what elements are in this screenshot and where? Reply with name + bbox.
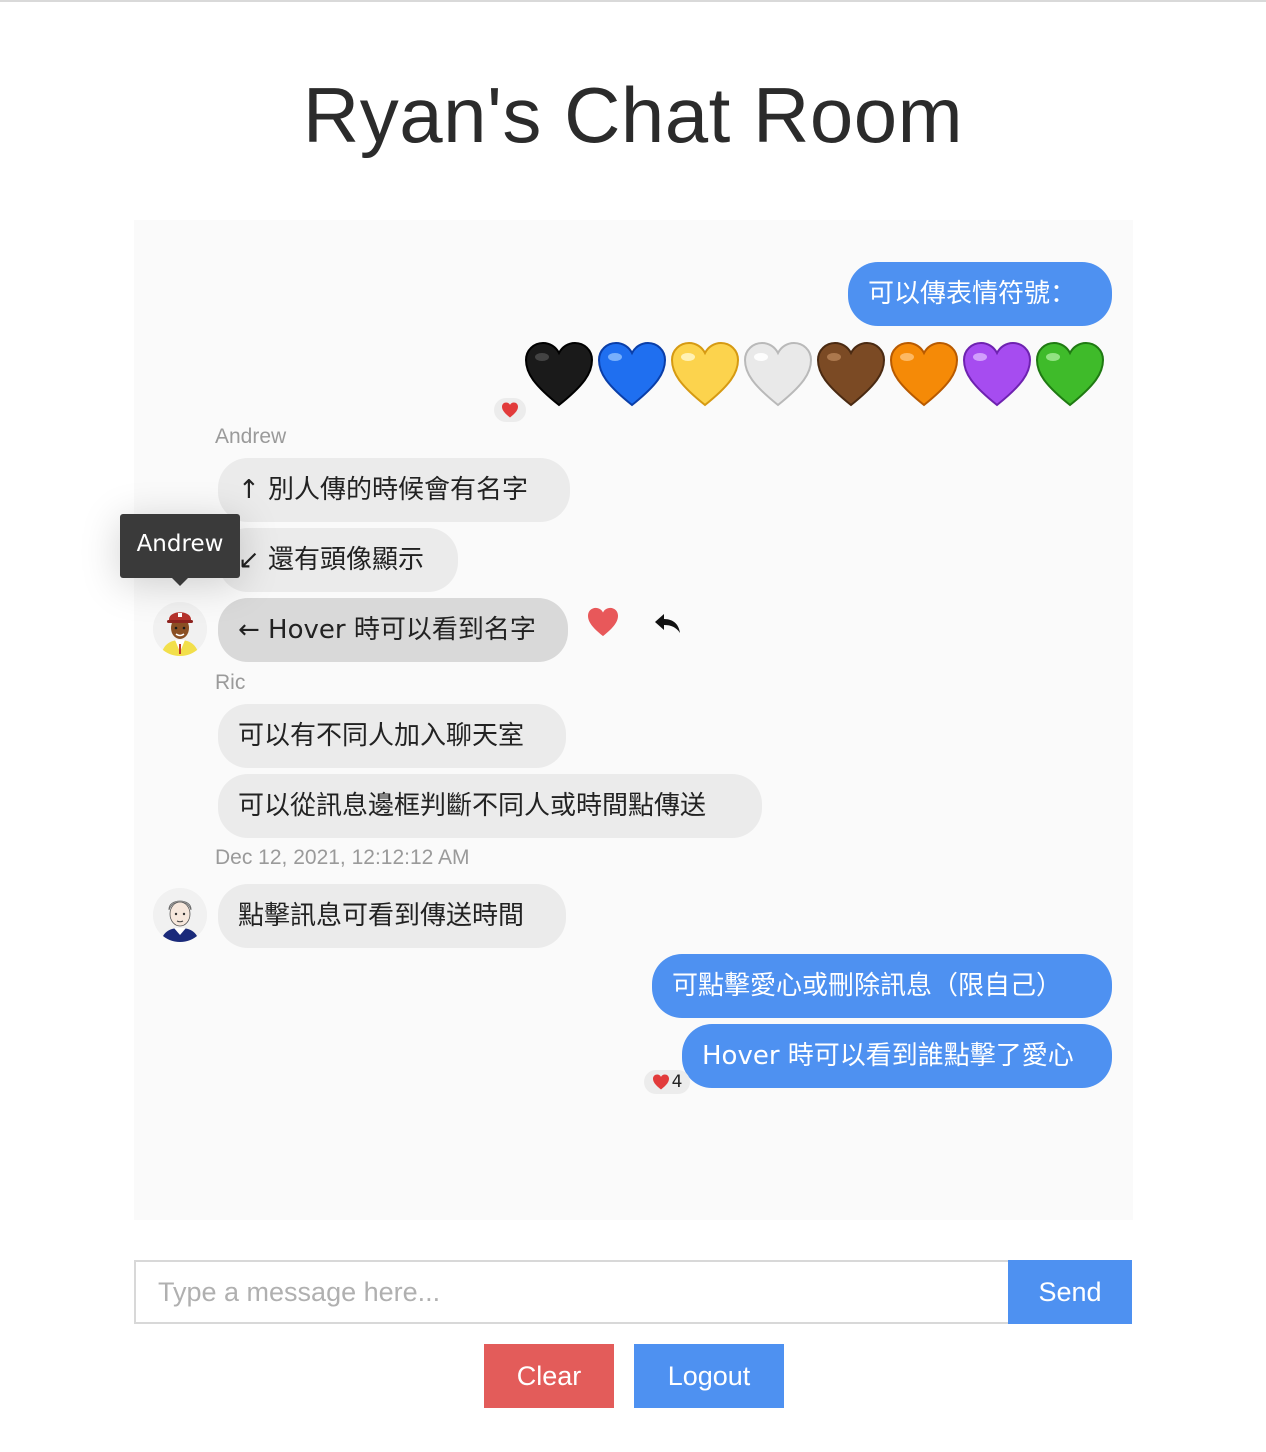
blue-heart-icon (595, 338, 668, 410)
orange-heart-icon (887, 338, 960, 410)
message-timestamp: Dec 12, 2021, 12:12:12 AM (215, 846, 470, 869)
avatar[interactable] (153, 602, 207, 656)
send-button[interactable]: Send (1008, 1260, 1132, 1324)
white-heart-icon (741, 338, 814, 410)
composer: Send (134, 1260, 1132, 1324)
message-bubble-other[interactable]: 可以有不同人加入聊天室 (218, 704, 566, 768)
message-bubble-other[interactable]: 點擊訊息可看到傳送時間 (218, 884, 566, 948)
heart-reaction-badge[interactable] (494, 398, 526, 422)
logout-button[interactable]: Logout (634, 1344, 784, 1408)
avatar[interactable] (153, 888, 207, 942)
elder-avatar-icon (153, 888, 207, 942)
message-bubble-own[interactable]: 可點擊愛心或刪除訊息（限自己） (652, 954, 1112, 1018)
heart-reaction-badge[interactable]: 4 (644, 1070, 690, 1094)
heart-icon (588, 607, 618, 637)
message-bubble-own[interactable]: Hover 時可以看到誰點擊了愛心 (682, 1024, 1112, 1088)
message-bubble-own[interactable]: 可以傳表情符號： (848, 262, 1112, 326)
reply-arrow-icon (655, 614, 680, 633)
message-bubble-other[interactable]: 可以從訊息邊框判斷不同人或時間點傳送 (218, 774, 762, 838)
heart-icon (502, 402, 518, 418)
black-heart-icon (522, 338, 595, 410)
page-title: Ryan's Chat Room (302, 71, 964, 159)
message-bubble-other[interactable]: ← Hover 時可以看到名字 (218, 598, 568, 662)
purple-heart-icon (960, 338, 1033, 410)
yellow-heart-icon (668, 338, 741, 410)
top-divider (0, 0, 1266, 2)
reaction-count: 4 (671, 1072, 683, 1092)
message-bubble-other[interactable]: ↑ 別人傳的時候會有名字 (218, 458, 570, 522)
sender-tooltip: Andrew (120, 514, 240, 586)
sender-name: Andrew (215, 425, 287, 448)
sender-name: Ric (215, 671, 246, 694)
emoji-hearts-message[interactable] (522, 338, 1106, 410)
message-input[interactable] (134, 1260, 1008, 1324)
green-heart-icon (1033, 338, 1106, 410)
like-button[interactable] (586, 607, 622, 639)
message-bubble-other[interactable]: ↙ 還有頭像顯示 (218, 528, 458, 592)
heart-icon (652, 1074, 669, 1090)
brown-heart-icon (814, 338, 887, 410)
clear-button[interactable]: Clear (484, 1344, 614, 1408)
man-avatar-icon (153, 602, 207, 656)
reply-button[interactable] (652, 610, 684, 638)
